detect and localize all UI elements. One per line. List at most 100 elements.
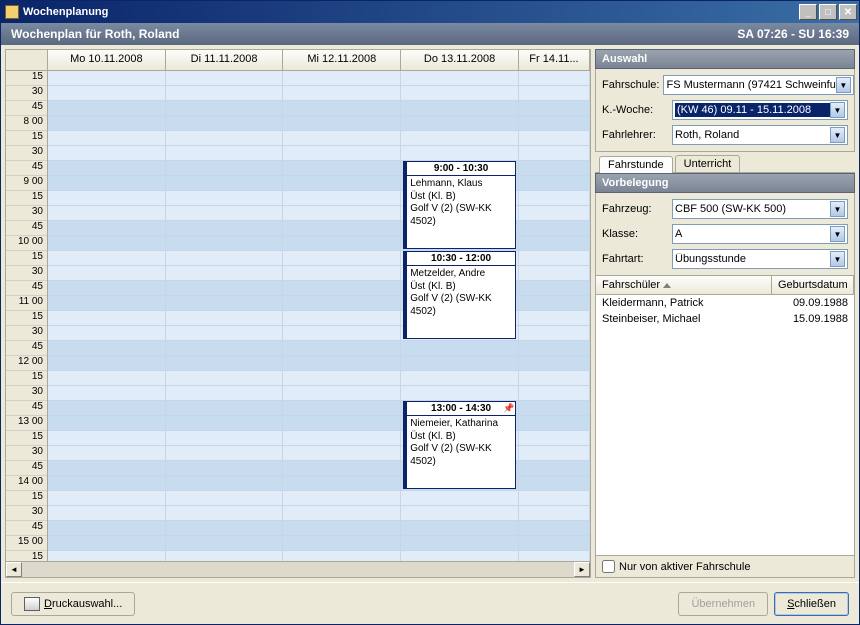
student-row[interactable]: Steinbeiser, Michael15.09.1988 bbox=[596, 311, 854, 327]
col-geburtsdatum: Geburtsdatum bbox=[772, 276, 854, 294]
time-label: 30 bbox=[6, 86, 47, 101]
time-label: 10 00 bbox=[6, 236, 47, 251]
time-label: 45 bbox=[6, 161, 47, 176]
scroll-left-button[interactable]: ◄ bbox=[6, 562, 22, 577]
day-header[interactable]: Do 13.11.2008 bbox=[401, 50, 519, 70]
schliessen-button[interactable]: Schließen bbox=[774, 592, 849, 616]
fahrschule-label: Fahrschule: bbox=[602, 79, 659, 91]
time-label: 45 bbox=[6, 101, 47, 116]
time-label: 11 00 bbox=[6, 296, 47, 311]
sun-times: SA 07:26 - SU 16:39 bbox=[737, 27, 849, 41]
time-label: 30 bbox=[6, 326, 47, 341]
pin-icon: 📌 bbox=[503, 403, 513, 413]
auswahl-heading: Auswahl bbox=[595, 49, 855, 69]
time-label: 30 bbox=[6, 146, 47, 161]
time-label: 45 bbox=[6, 461, 47, 476]
time-label: 30 bbox=[6, 266, 47, 281]
time-label: 15 bbox=[6, 251, 47, 266]
time-label: 15 bbox=[6, 431, 47, 446]
time-label: 15 bbox=[6, 491, 47, 506]
tab-fahrstunde[interactable]: Fahrstunde bbox=[599, 156, 673, 173]
day-header[interactable]: Mi 12.11.2008 bbox=[283, 50, 401, 70]
day-column[interactable] bbox=[283, 71, 401, 561]
tabs: Fahrstunde Unterricht bbox=[595, 152, 855, 173]
fahrschule-select[interactable]: FS Mustermann (97421 Schweinfu ▼ bbox=[663, 75, 853, 95]
appointment[interactable]: 13:00 - 14:30📌Niemeier, KatharinaÜst (Kl… bbox=[403, 401, 516, 489]
time-label: 8 00 bbox=[6, 116, 47, 131]
klasse-select[interactable]: A ▼ bbox=[672, 224, 848, 244]
day-header[interactable]: Fr 14.11... bbox=[519, 50, 590, 70]
time-label: 45 bbox=[6, 521, 47, 536]
printer-icon bbox=[24, 597, 40, 611]
calendar-header: Mo 10.11.2008Di 11.11.2008Mi 12.11.2008D… bbox=[6, 50, 590, 71]
sort-asc-icon bbox=[663, 283, 671, 288]
minimize-button[interactable]: _ bbox=[799, 4, 817, 20]
day-column[interactable]: 9:00 - 10:30Lehmann, KlausÜst (Kl. B)Gol… bbox=[401, 71, 519, 561]
chevron-down-icon: ▼ bbox=[830, 251, 845, 267]
active-school-only-label: Nur von aktiver Fahrschule bbox=[619, 561, 750, 573]
window-title: Wochenplanung bbox=[23, 6, 108, 18]
chevron-down-icon: ▼ bbox=[836, 77, 851, 93]
day-header[interactable]: Mo 10.11.2008 bbox=[48, 50, 166, 70]
klasse-label: Klasse: bbox=[602, 228, 668, 240]
fahrtart-label: Fahrtart: bbox=[602, 253, 668, 265]
time-label: 14 00 bbox=[6, 476, 47, 491]
calendar: Mo 10.11.2008Di 11.11.2008Mi 12.11.2008D… bbox=[5, 49, 591, 578]
fahrlehrer-select[interactable]: Roth, Roland ▼ bbox=[672, 125, 848, 145]
time-label: 15 bbox=[6, 551, 47, 561]
fahrzeug-label: Fahrzeug: bbox=[602, 203, 668, 215]
student-list-header[interactable]: Fahrschüler Geburtsdatum bbox=[595, 276, 855, 295]
student-list[interactable]: Kleidermann, Patrick09.09.1988Steinbeise… bbox=[595, 295, 855, 556]
kwoche-label: K.-Woche: bbox=[602, 104, 668, 116]
appointment[interactable]: 10:30 - 12:00Metzelder, AndreÜst (Kl. B)… bbox=[403, 251, 516, 339]
time-label: 13 00 bbox=[6, 416, 47, 431]
time-column: 1530458 001530459 0015304510 0015304511 … bbox=[6, 71, 48, 561]
maximize-button[interactable]: □ bbox=[819, 4, 837, 20]
chevron-down-icon: ▼ bbox=[830, 201, 845, 217]
h-scrollbar[interactable]: ◄ ► bbox=[6, 561, 590, 577]
app-icon bbox=[5, 5, 19, 19]
time-label: 45 bbox=[6, 281, 47, 296]
time-label: 15 bbox=[6, 191, 47, 206]
time-label: 15 bbox=[6, 71, 47, 86]
day-column[interactable] bbox=[166, 71, 284, 561]
time-label: 45 bbox=[6, 401, 47, 416]
chevron-down-icon: ▼ bbox=[830, 127, 845, 143]
time-label: 9 00 bbox=[6, 176, 47, 191]
time-label: 12 00 bbox=[6, 356, 47, 371]
scroll-right-button[interactable]: ► bbox=[574, 562, 590, 577]
time-label: 15 bbox=[6, 311, 47, 326]
fahrtart-select[interactable]: Übungsstunde ▼ bbox=[672, 249, 848, 269]
print-selection-button[interactable]: Druckauswahl... bbox=[11, 592, 135, 616]
chevron-down-icon: ▼ bbox=[830, 102, 845, 118]
uebernehmen-button[interactable]: Übernehmen bbox=[678, 592, 768, 616]
col-fahrschueler: Fahrschüler bbox=[602, 279, 660, 291]
day-grid[interactable]: 9:00 - 10:30Lehmann, KlausÜst (Kl. B)Gol… bbox=[48, 71, 590, 561]
time-label: 15 bbox=[6, 131, 47, 146]
subtitle-bar: Wochenplan für Roth, Roland SA 07:26 - S… bbox=[1, 23, 859, 45]
fahrlehrer-label: Fahrlehrer: bbox=[602, 129, 668, 141]
time-label: 45 bbox=[6, 221, 47, 236]
kwoche-select[interactable]: (KW 46) 09.11 - 15.11.2008 ▼ bbox=[672, 100, 848, 120]
button-bar: Druckauswahl... Übernehmen Schließen bbox=[1, 582, 859, 624]
close-button[interactable]: ✕ bbox=[839, 4, 857, 20]
day-header[interactable]: Di 11.11.2008 bbox=[166, 50, 284, 70]
active-school-only-checkbox[interactable] bbox=[602, 560, 615, 573]
time-label: 15 00 bbox=[6, 536, 47, 551]
time-label: 30 bbox=[6, 206, 47, 221]
time-label: 15 bbox=[6, 371, 47, 386]
titlebar: Wochenplanung _ □ ✕ bbox=[1, 1, 859, 23]
tab-unterricht[interactable]: Unterricht bbox=[675, 155, 741, 172]
time-label: 30 bbox=[6, 506, 47, 521]
time-label: 30 bbox=[6, 446, 47, 461]
plan-title: Wochenplan für Roth, Roland bbox=[11, 27, 179, 41]
fahrzeug-select[interactable]: CBF 500 (SW-KK 500) ▼ bbox=[672, 199, 848, 219]
window: Wochenplanung _ □ ✕ Wochenplan für Roth,… bbox=[0, 0, 860, 625]
chevron-down-icon: ▼ bbox=[830, 226, 845, 242]
appointment[interactable]: 9:00 - 10:30Lehmann, KlausÜst (Kl. B)Gol… bbox=[403, 161, 516, 249]
student-row[interactable]: Kleidermann, Patrick09.09.1988 bbox=[596, 295, 854, 311]
time-label: 45 bbox=[6, 341, 47, 356]
vorbelegung-heading: Vorbelegung bbox=[595, 173, 855, 193]
day-column[interactable] bbox=[519, 71, 590, 561]
day-column[interactable] bbox=[48, 71, 166, 561]
